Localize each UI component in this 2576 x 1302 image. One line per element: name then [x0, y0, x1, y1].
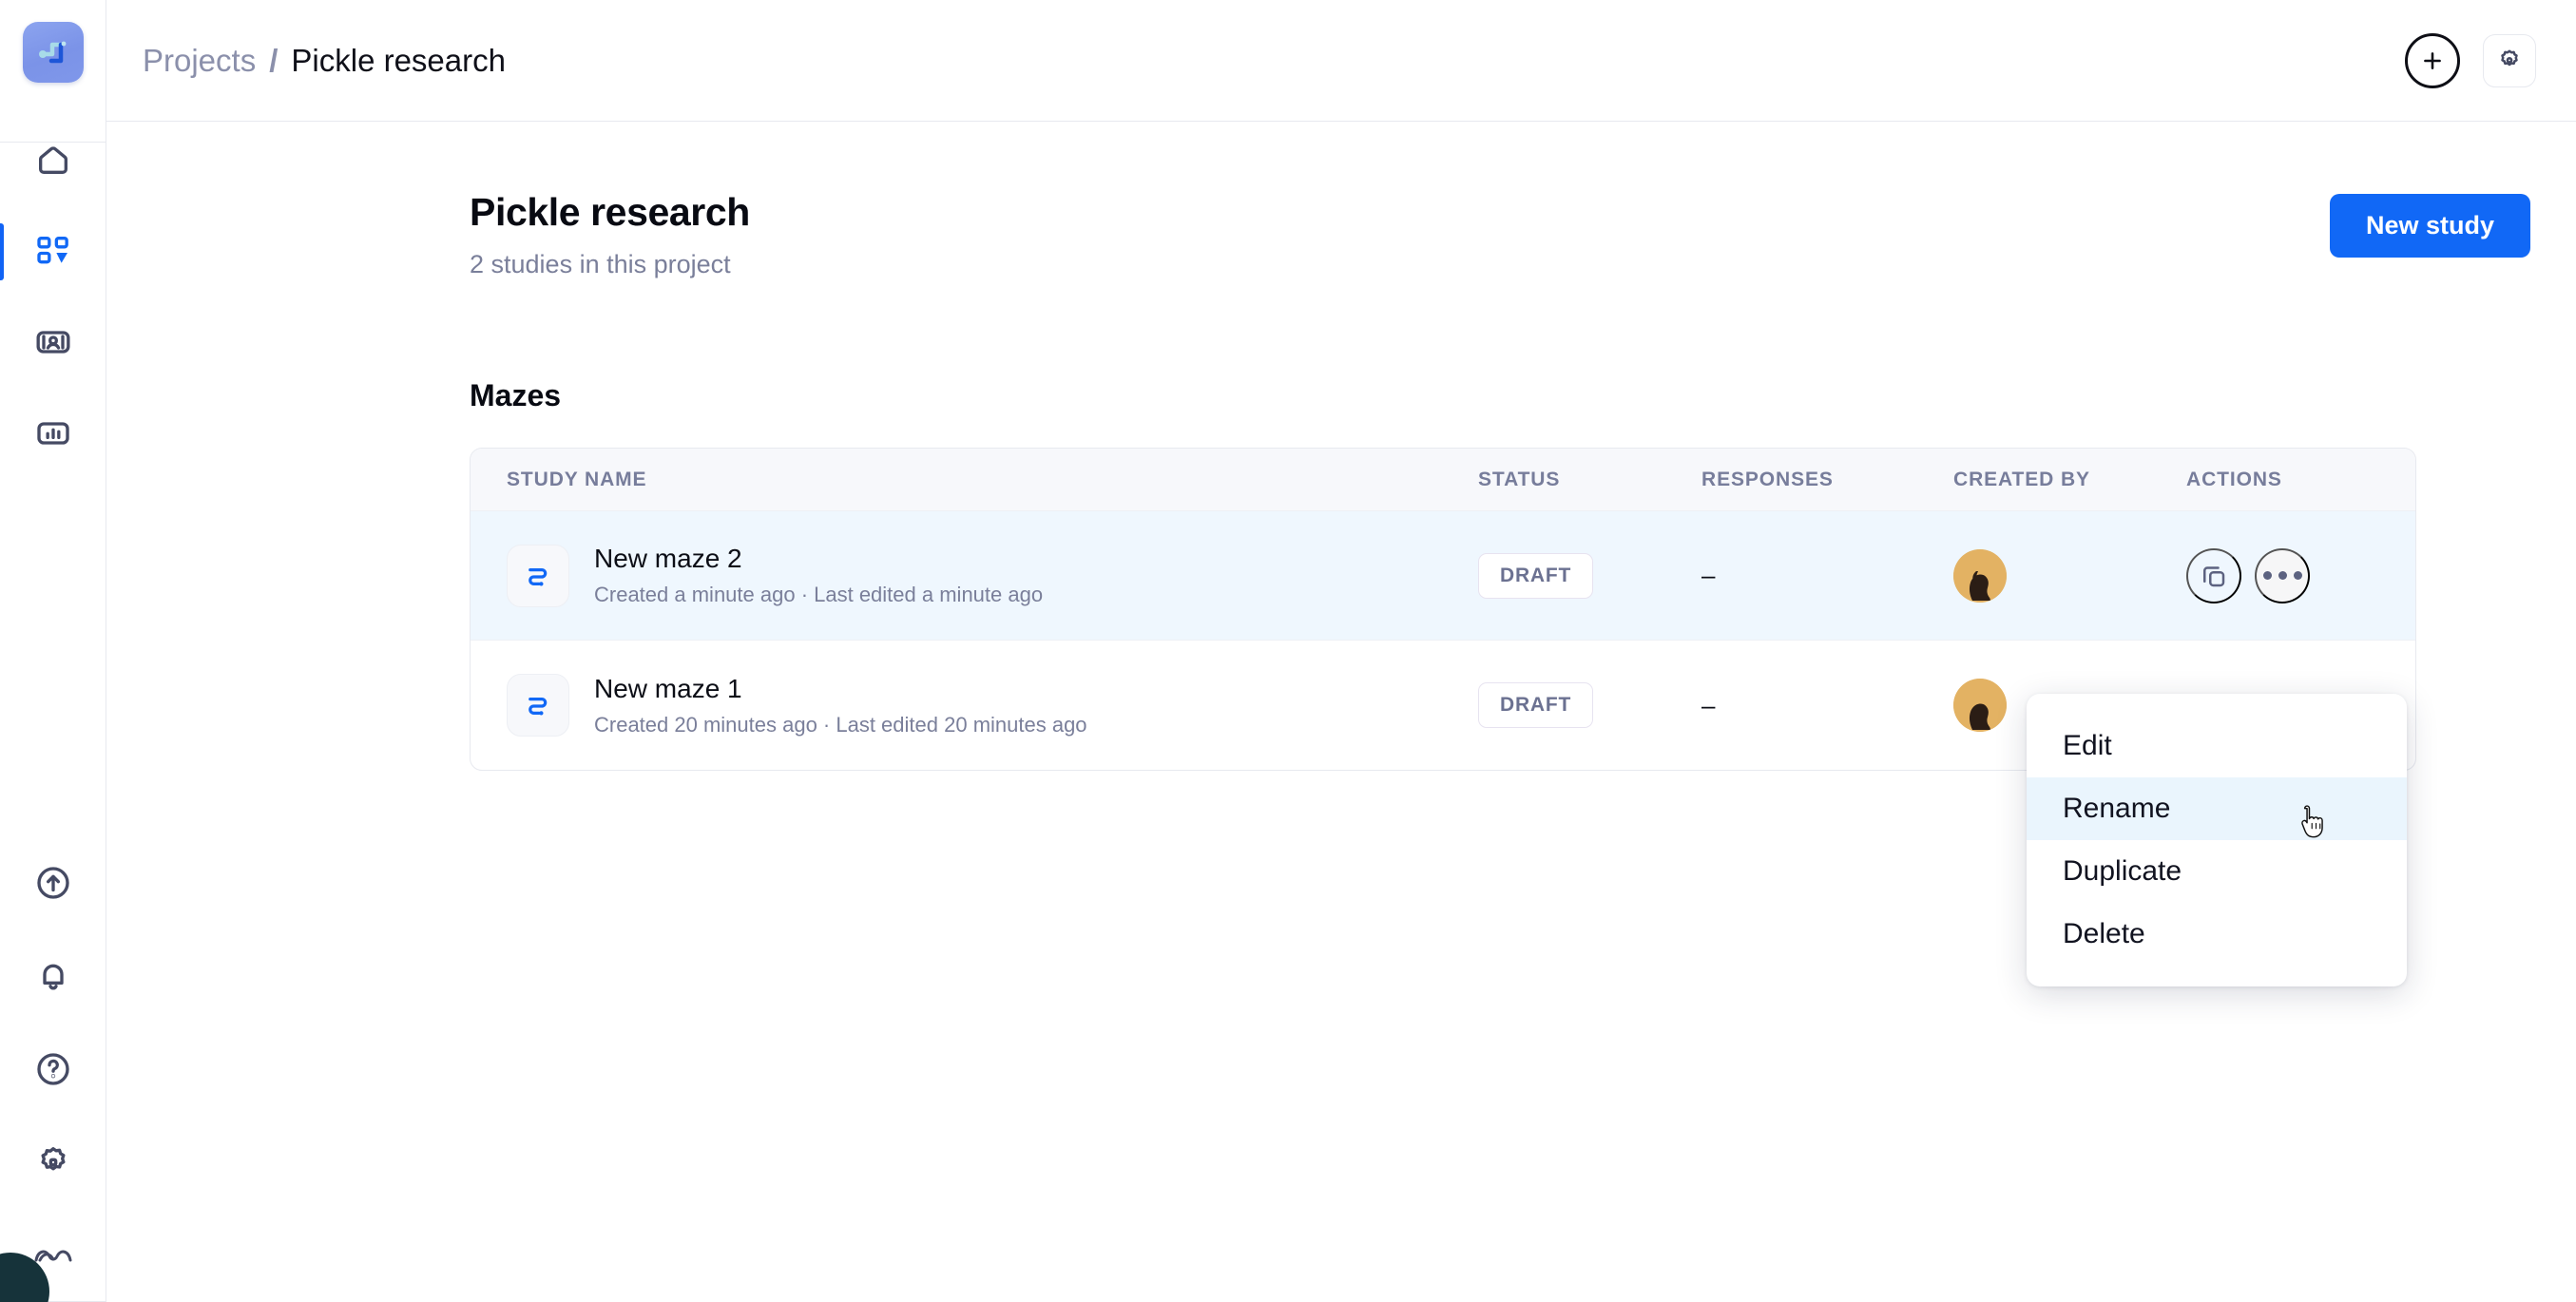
sidebar-item-home[interactable]	[25, 132, 82, 187]
column-header-responses: RESPONSES	[1701, 468, 1834, 490]
maze-icon	[507, 674, 569, 737]
copy-icon	[2203, 565, 2225, 586]
menu-item-edit[interactable]: Edit	[2027, 715, 2407, 777]
sidebar-bottom-nav	[0, 855, 106, 1283]
mouse-cursor	[2301, 805, 2323, 838]
study-name-cell: New maze 2 Created a minute ago · Last e…	[471, 544, 1478, 607]
app-root: Projects / Pickle research Pickle resear…	[0, 0, 2576, 1302]
maze-icon	[507, 544, 569, 607]
breadcrumb-separator: /	[269, 42, 279, 78]
status-badge: DRAFT	[1478, 552, 1594, 599]
maze-logo[interactable]	[22, 22, 84, 83]
row-actions	[2186, 547, 2414, 603]
page-title: Pickle research	[470, 190, 750, 234]
sidebar	[0, 0, 106, 1302]
sidebar-item-reports[interactable]	[25, 406, 82, 461]
menu-item-duplicate[interactable]: Duplicate	[2027, 840, 2407, 903]
sidebar-item-settings[interactable]	[25, 1135, 82, 1190]
duplicate-icon-button[interactable]	[2186, 547, 2241, 603]
question-circle-icon	[36, 1053, 69, 1085]
maze-logo-icon	[38, 41, 66, 64]
study-meta: Created a minute ago · Last edited a min…	[594, 583, 1044, 606]
column-header-created-by: CREATED BY	[1953, 468, 2090, 490]
actions-cell	[2186, 547, 2414, 603]
section-title: Mazes	[470, 378, 562, 412]
top-bar-actions	[2405, 32, 2536, 88]
avatar-person-icon	[1953, 548, 2007, 603]
gear-icon	[41, 1147, 66, 1171]
sidebar-item-help[interactable]	[25, 1042, 82, 1097]
menu-item-delete[interactable]: Delete	[2027, 903, 2407, 966]
more-options-button[interactable]	[2255, 547, 2310, 603]
page-header-text: Pickle research 2 studies in this projec…	[470, 190, 750, 279]
bar-chart-icon	[36, 422, 69, 445]
table-header-row: STUDY NAME STATUS RESPONSES CREATED BY A…	[471, 449, 2415, 511]
responses-cell: –	[1701, 561, 1716, 589]
sidebar-item-projects[interactable]	[0, 223, 82, 280]
sidebar-item-upgrade[interactable]	[25, 855, 82, 910]
avatar-person-icon	[1953, 679, 2007, 732]
study-meta: Created 20 minutes ago · Last edited 20 …	[594, 712, 1087, 737]
bell-icon	[42, 964, 64, 990]
grid-blocks-icon	[36, 237, 68, 264]
gear-icon	[2501, 49, 2518, 66]
page-content: Pickle research 2 studies in this projec…	[106, 122, 2576, 771]
sidebar-nav	[0, 132, 106, 461]
sidebar-item-notifications[interactable]	[25, 948, 82, 1004]
sidebar-item-participants[interactable]	[25, 315, 82, 370]
menu-item-rename[interactable]: Rename	[2027, 777, 2407, 840]
study-name-cell: New maze 1 Created 20 minutes ago · Last…	[471, 674, 1478, 737]
id-card-icon	[36, 331, 69, 354]
three-dots-icon	[2262, 571, 2302, 580]
create-new-button[interactable]	[2405, 32, 2460, 88]
main-area: Projects / Pickle research Pickle resear…	[106, 0, 2576, 1302]
row-context-menu: Edit Rename Duplicate Delete	[2027, 694, 2407, 986]
avatar[interactable]	[1953, 548, 2007, 603]
study-name[interactable]: New maze 1	[594, 674, 1087, 704]
study-name-text-group: New maze 2 Created a minute ago · Last e…	[594, 544, 1043, 607]
maze-path-icon	[529, 567, 548, 585]
column-header-study-name: STUDY NAME	[507, 468, 647, 490]
arrow-up-circle-icon	[36, 867, 69, 899]
status-cell: DRAFT	[1478, 682, 1701, 728]
created-by-cell	[1953, 548, 2186, 603]
breadcrumb-current: Pickle research	[291, 42, 506, 78]
status-cell: DRAFT	[1478, 552, 1701, 599]
plus-icon	[2424, 51, 2441, 69]
workspace-settings-button[interactable]	[2483, 33, 2536, 87]
status-badge: DRAFT	[1478, 682, 1594, 728]
maze-path-icon	[529, 697, 548, 716]
column-header-actions: ACTIONS	[2186, 468, 2282, 490]
table-row[interactable]: New maze 2 Created a minute ago · Last e…	[471, 511, 2415, 641]
responses-cell: –	[1701, 690, 1716, 719]
avatar[interactable]	[1953, 679, 2007, 732]
new-study-button[interactable]: New study	[2329, 194, 2530, 258]
study-name[interactable]: New maze 2	[594, 544, 1043, 574]
top-bar: Projects / Pickle research	[106, 0, 2576, 122]
home-icon	[38, 146, 67, 174]
breadcrumb-projects[interactable]: Projects	[143, 43, 256, 79]
page-subtitle: 2 studies in this project	[470, 250, 731, 278]
study-name-text-group: New maze 1 Created 20 minutes ago · Last…	[594, 674, 1087, 737]
column-header-status: STATUS	[1478, 468, 1561, 490]
breadcrumb: Projects / Pickle research	[143, 43, 506, 79]
page-header: Pickle research 2 studies in this projec…	[426, 190, 2576, 279]
